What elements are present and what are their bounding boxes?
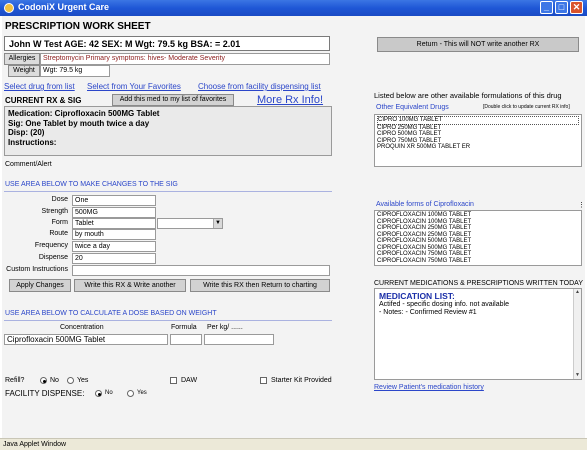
rx-disp-line: Disp: (20) xyxy=(8,128,45,137)
equivalent-drugs-label: Other Equivalent Drugs xyxy=(376,104,449,111)
strength-input[interactable]: 500MG xyxy=(72,207,156,218)
medication-list-line: Actifed - specific dosing info. not avai… xyxy=(379,301,509,308)
form-select[interactable]: ▼ xyxy=(157,218,223,229)
concentration-input[interactable]: Ciprofloxacin 500MG Tablet xyxy=(4,334,168,345)
formula-header: Formula xyxy=(171,324,197,331)
double-click-hint: [Double click to update current RX info] xyxy=(483,104,570,110)
refill-yes-radio[interactable] xyxy=(67,377,74,384)
current-rx-label: CURRENT RX & SIG xyxy=(5,96,82,105)
sig-section-heading: USE AREA BELOW TO MAKE CHANGES TO THE SI… xyxy=(5,181,178,188)
rx-instructions-line: Instructions: xyxy=(8,137,57,147)
current-meds-label: CURRENT MEDICATIONS & PRESCRIPTIONS WRIT… xyxy=(374,280,583,287)
review-history-link[interactable]: Review Patient's medication history xyxy=(374,384,484,391)
list-item[interactable]: CIPRO 100MG TABLET xyxy=(377,116,579,125)
medication-list-scrollbar[interactable]: ▲ ▼ xyxy=(573,289,581,379)
list-item[interactable]: CIPROFLOXACIN 750MG TABLET xyxy=(377,258,579,265)
chevron-down-icon[interactable]: ▼ xyxy=(213,219,222,228)
weight-value: Wgt: 79.5 kg xyxy=(40,65,110,77)
return-button[interactable]: Return - This will NOT write another RX xyxy=(377,37,579,52)
refill-no-label: No xyxy=(50,377,59,384)
apply-changes-button[interactable]: Apply Changes xyxy=(9,279,71,292)
facility-dispense-label: FACILITY DISPENSE: xyxy=(5,389,85,398)
scroll-up-icon[interactable]: ▲ xyxy=(574,289,581,296)
available-forms-list[interactable]: CIPROFLOXACIN 100MG TABLET CIPROFLOXACIN… xyxy=(374,210,582,266)
custom-instructions-label: Custom Instructions xyxy=(6,266,68,273)
medication-list-box: MEDICATION LIST: Actifed - specific dosi… xyxy=(374,288,582,380)
custom-instructions-input[interactable] xyxy=(72,265,330,276)
status-bar: Java Applet Window xyxy=(0,438,587,450)
rx-medication-line: Medication: Ciprofloxacin 500MG Tablet xyxy=(8,109,160,118)
per-kg-input[interactable] xyxy=(204,334,274,345)
dispense-label: Dispense xyxy=(38,254,68,261)
current-rx-box: Medication: Ciprofloxacin 500MG Tablet S… xyxy=(4,106,332,156)
divider xyxy=(4,191,332,192)
rx-sig-line: Sig: One Tablet by mouth twice a day xyxy=(8,118,150,128)
close-icon[interactable]: ✕ xyxy=(570,1,583,14)
form-label: Form xyxy=(51,219,68,226)
per-kg-header: Per kg/ ...... xyxy=(207,324,243,331)
refill-yes-label: Yes xyxy=(77,377,89,384)
select-favorites-link[interactable]: Select from Your Favorites xyxy=(87,82,181,91)
scroll-down-icon[interactable]: ▼ xyxy=(574,372,581,379)
page-title: PRESCRIPTION WORK SHEET xyxy=(5,21,151,32)
maximize-icon[interactable]: □ xyxy=(555,1,568,14)
dispense-input[interactable]: 20 xyxy=(72,253,156,264)
frequency-label: Frequency xyxy=(34,242,68,249)
write-return-button[interactable]: Write this RX then Return to charting xyxy=(190,279,330,292)
frequency-input[interactable]: twice a day xyxy=(72,241,156,252)
strength-label: Strength xyxy=(41,208,68,215)
facility-yes-radio[interactable] xyxy=(127,390,134,397)
app-icon xyxy=(4,3,14,13)
patient-summary: John W Test AGE: 42 SEX: M Wgt: 79.5 kg … xyxy=(4,36,330,51)
refill-label: Refill? xyxy=(5,377,25,384)
forms-menu-icon[interactable]: ⋮ xyxy=(578,201,585,209)
write-another-button[interactable]: Write this RX & Write another xyxy=(74,279,186,292)
facility-yes-label: Yes xyxy=(137,390,147,396)
daw-checkbox[interactable] xyxy=(170,377,177,384)
dose-label: Dose xyxy=(51,196,68,203)
dose-input[interactable]: One xyxy=(72,195,156,206)
starter-kit-checkbox[interactable] xyxy=(260,377,267,384)
medication-list-line: - Notes: - Confirmed Review #1 xyxy=(379,309,477,316)
facility-no-label: No xyxy=(105,390,113,396)
choose-facility-link[interactable]: Choose from facility dispensing list xyxy=(198,82,321,91)
formula-input[interactable] xyxy=(170,334,202,345)
window-title: CodoniX Urgent Care xyxy=(18,2,110,12)
list-item[interactable]: PROQUIN XR 500MG TABLET ER xyxy=(377,144,579,151)
medication-list-heading: MEDICATION LIST: xyxy=(379,291,455,301)
weight-label: Weight xyxy=(8,65,40,77)
more-rx-info-link[interactable]: More Rx Info! xyxy=(257,94,323,106)
formulations-intro: Listed below are other available formula… xyxy=(374,91,562,100)
daw-label: DAW xyxy=(181,377,198,384)
divider xyxy=(4,320,332,321)
calc-section-heading: USE AREA BELOW TO CALCULATE A DOSE BASED… xyxy=(5,310,217,317)
refill-no-radio[interactable] xyxy=(40,377,47,384)
status-text: Java Applet Window xyxy=(3,441,67,448)
route-input[interactable]: by mouth xyxy=(72,229,156,240)
add-favorite-button[interactable]: Add this med to my list of favorites xyxy=(112,94,234,106)
starter-kit-label: Starter Kit Provided xyxy=(271,377,332,384)
route-label: Route xyxy=(49,230,68,237)
equivalent-drugs-list[interactable]: CIPRO 100MG TABLET CIPRO 250MG TABLET CI… xyxy=(374,114,582,167)
comment-alert-label: Comment/Alert xyxy=(5,161,52,168)
facility-no-radio[interactable] xyxy=(95,390,102,397)
available-forms-label: Available forms of Ciprofloxacin xyxy=(376,201,474,208)
minimize-icon[interactable]: _ xyxy=(540,1,553,14)
allergies-value: Streptomycin Primary symptoms: hives- Mo… xyxy=(40,53,330,65)
select-drug-link[interactable]: Select drug from list xyxy=(4,82,75,91)
window-titlebar[interactable]: CodoniX Urgent Care _ □ ✕ xyxy=(0,0,587,16)
concentration-header: Concentration xyxy=(60,324,104,331)
allergies-label: Allergies xyxy=(4,53,40,65)
form-input[interactable]: Tablet xyxy=(72,218,156,229)
